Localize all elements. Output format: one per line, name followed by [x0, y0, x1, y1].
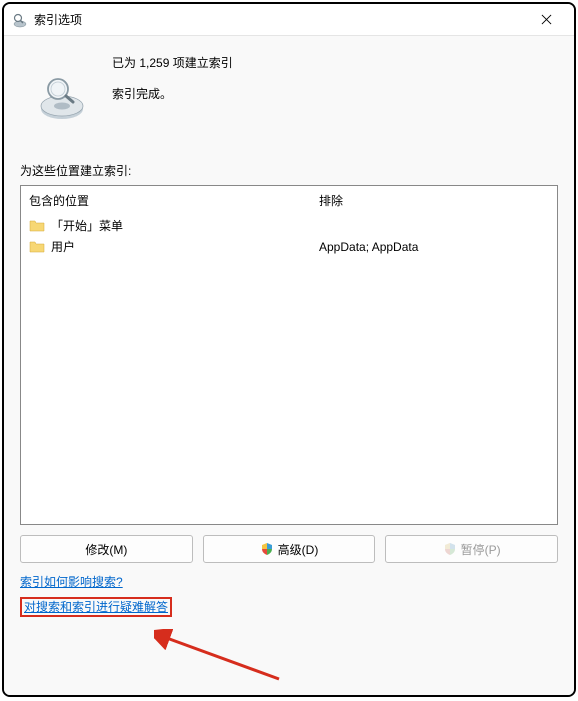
search-drive-icon [12, 12, 28, 28]
indexed-count: 已为 1,259 项建立索引 [112, 54, 233, 71]
locations-content: 「开始」菜单 用户 AppData; AppData [21, 215, 557, 524]
folder-icon [29, 240, 45, 254]
titlebar: 索引选项 [4, 4, 574, 36]
how-indexing-affects-link[interactable]: 索引如何影响搜索? [20, 573, 123, 590]
folder-icon [29, 219, 45, 233]
links-section: 索引如何影响搜索? 对搜索和索引进行疑难解答 [20, 573, 558, 615]
modify-button[interactable]: 修改(M) [20, 535, 193, 563]
window-title: 索引选项 [34, 11, 526, 28]
advanced-button[interactable]: 高级(D) [203, 535, 376, 563]
locations-header: 包含的位置 排除 [21, 186, 557, 215]
list-item[interactable]: 「开始」菜单 [29, 215, 549, 236]
button-row: 修改(M) 高级(D) [20, 535, 558, 563]
status-section: 已为 1,259 项建立索引 索引完成。 [20, 50, 558, 122]
location-label: 「开始」菜单 [51, 217, 319, 234]
modify-button-label: 修改(M) [85, 541, 127, 558]
pause-button-label: 暂停(P) [461, 541, 501, 558]
shield-icon [443, 542, 457, 556]
pause-button: 暂停(P) [385, 535, 558, 563]
index-status: 索引完成。 [112, 85, 233, 102]
list-item[interactable]: 用户 AppData; AppData [29, 236, 549, 257]
column-excluded[interactable]: 排除 [319, 192, 549, 209]
column-included[interactable]: 包含的位置 [29, 192, 319, 209]
shield-icon [260, 542, 274, 556]
dialog-body: 已为 1,259 项建立索引 索引完成。 为这些位置建立索引: 包含的位置 排除… [4, 36, 574, 695]
troubleshoot-highlight: 对搜索和索引进行疑难解答 [20, 597, 172, 617]
troubleshoot-link[interactable]: 对搜索和索引进行疑难解答 [24, 598, 168, 615]
location-exclude: AppData; AppData [319, 240, 549, 254]
locations-list: 包含的位置 排除 「开始」菜单 [20, 185, 558, 525]
indexing-options-dialog: 索引选项 已为 1,259 项建立索引 索引完成。 [2, 2, 576, 697]
advanced-button-label: 高级(D) [278, 541, 319, 558]
close-button[interactable] [526, 6, 566, 34]
drive-search-icon [38, 74, 86, 122]
location-label: 用户 [51, 238, 319, 255]
status-text: 已为 1,259 项建立索引 索引完成。 [112, 50, 233, 122]
locations-label: 为这些位置建立索引: [20, 162, 558, 179]
